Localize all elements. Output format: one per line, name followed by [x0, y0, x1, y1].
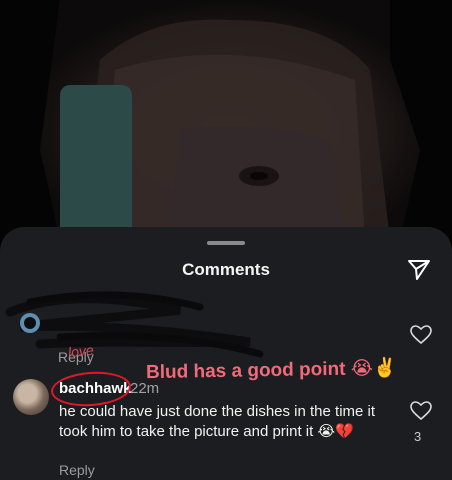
heart-outline-icon[interactable]: [410, 401, 432, 421]
comments-sheet: Comments Reply love bachhawk 22m Blud ha…: [0, 227, 452, 480]
overlay-caption: Blud has a good point 😭✌️: [145, 357, 397, 384]
sheet-title: Comments: [182, 260, 270, 279]
scribbled-out-comment: [5, 291, 264, 358]
comment-text: he could have just done the dishes in th…: [59, 403, 376, 440]
heart-outline-icon[interactable]: [410, 325, 432, 345]
video-background: [0, 0, 452, 240]
reply-button[interactable]: Reply: [59, 462, 95, 478]
handwritten-annotation: love: [67, 341, 95, 361]
avatar[interactable]: [13, 379, 49, 415]
paper-plane-icon[interactable]: [406, 257, 432, 283]
video-frame-image: [0, 0, 452, 240]
sheet-drag-handle[interactable]: [207, 241, 245, 245]
like-count: 3: [414, 429, 422, 444]
